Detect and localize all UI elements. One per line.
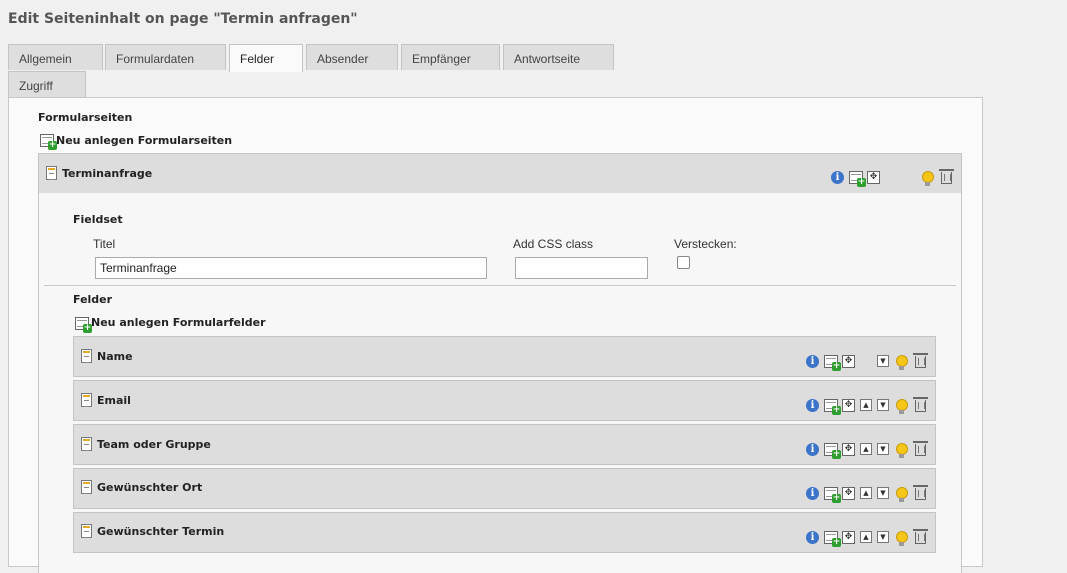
move-down-icon[interactable]: ▼ [877, 531, 889, 543]
tab-antwortseite[interactable]: Antwortseite [503, 44, 614, 70]
tab-formulardaten[interactable]: Formulardaten [105, 44, 226, 70]
formpage-title: Terminanfrage [62, 167, 153, 180]
move-up-icon[interactable]: ▲ [860, 487, 872, 499]
document-icon [46, 166, 57, 180]
title-input[interactable] [95, 257, 487, 279]
move-icon[interactable]: ✥ [842, 355, 855, 368]
title-label: Titel [93, 237, 116, 251]
tab-empfaenger[interactable]: Empfänger [401, 44, 500, 70]
move-up-icon[interactable]: ▲ [860, 531, 872, 543]
info-icon[interactable]: i [806, 443, 819, 456]
move-icon[interactable]: ✥ [867, 171, 880, 184]
document-icon [81, 480, 92, 494]
info-icon[interactable]: i [806, 399, 819, 412]
move-icon[interactable]: ✥ [842, 443, 855, 456]
info-icon[interactable]: i [806, 355, 819, 368]
delete-icon[interactable] [913, 353, 928, 368]
hide-bulb-icon[interactable] [896, 487, 908, 502]
new-after-icon[interactable] [849, 171, 866, 187]
new-record-icon[interactable] [75, 317, 92, 333]
info-icon[interactable]: i [831, 171, 844, 184]
field-title: Team oder Gruppe [97, 438, 211, 451]
move-down-icon[interactable]: ▼ [877, 399, 889, 411]
hide-checkbox[interactable] [677, 256, 690, 269]
new-field-link[interactable]: Neu anlegen Formularfelder [91, 316, 266, 329]
move-icon[interactable]: ✥ [842, 531, 855, 544]
tab-absender[interactable]: Absender [306, 44, 398, 70]
formpages-heading: Formularseiten [38, 111, 133, 124]
move-up-icon[interactable]: ▲ [860, 399, 872, 411]
css-class-input[interactable] [515, 257, 648, 279]
info-icon[interactable]: i [806, 487, 819, 500]
delete-icon[interactable] [939, 169, 954, 184]
tab-zugriff[interactable]: Zugriff [8, 71, 86, 98]
css-class-label: Add CSS class [513, 237, 594, 251]
move-up-icon[interactable]: ▲ [860, 443, 872, 455]
new-after-icon[interactable] [824, 487, 841, 503]
hide-bulb-icon[interactable] [896, 531, 908, 546]
delete-icon[interactable] [913, 441, 928, 456]
hide-label: Verstecken: [674, 237, 737, 251]
document-icon [81, 437, 92, 451]
delete-icon[interactable] [913, 485, 928, 500]
hide-bulb-icon[interactable] [922, 171, 934, 186]
delete-icon[interactable] [913, 529, 928, 544]
move-icon[interactable]: ✥ [842, 399, 855, 412]
field-title: Email [97, 394, 131, 407]
hide-bulb-icon[interactable] [896, 399, 908, 414]
new-after-icon[interactable] [824, 399, 841, 415]
new-formpage-link[interactable]: Neu anlegen Formularseiten [56, 134, 232, 147]
hide-bulb-icon[interactable] [896, 443, 908, 458]
move-down-icon[interactable]: ▼ [877, 355, 889, 367]
move-down-icon[interactable]: ▼ [877, 487, 889, 499]
tab-allgemein[interactable]: Allgemein [8, 44, 103, 70]
move-down-icon[interactable]: ▼ [877, 443, 889, 455]
fieldset-heading: Fieldset [73, 213, 123, 226]
divider [44, 285, 956, 286]
new-record-icon[interactable] [40, 134, 57, 150]
move-icon[interactable]: ✥ [842, 487, 855, 500]
document-icon [81, 349, 92, 363]
new-after-icon[interactable] [824, 443, 841, 459]
page-title: Edit Seiteninhalt on page "Termin anfrag… [8, 11, 358, 27]
fields-heading: Felder [73, 293, 113, 306]
field-title: Gewünschter Termin [97, 525, 225, 538]
document-icon [81, 524, 92, 538]
new-after-icon[interactable] [824, 531, 841, 547]
field-title: Gewünschter Ort [97, 481, 203, 494]
formpage-row [38, 153, 962, 194]
info-icon[interactable]: i [806, 531, 819, 544]
hide-bulb-icon[interactable] [896, 355, 908, 370]
tab-felder[interactable]: Felder [229, 44, 303, 72]
field-title: Name [97, 350, 133, 363]
new-after-icon[interactable] [824, 355, 841, 371]
document-icon [81, 393, 92, 407]
delete-icon[interactable] [913, 397, 928, 412]
